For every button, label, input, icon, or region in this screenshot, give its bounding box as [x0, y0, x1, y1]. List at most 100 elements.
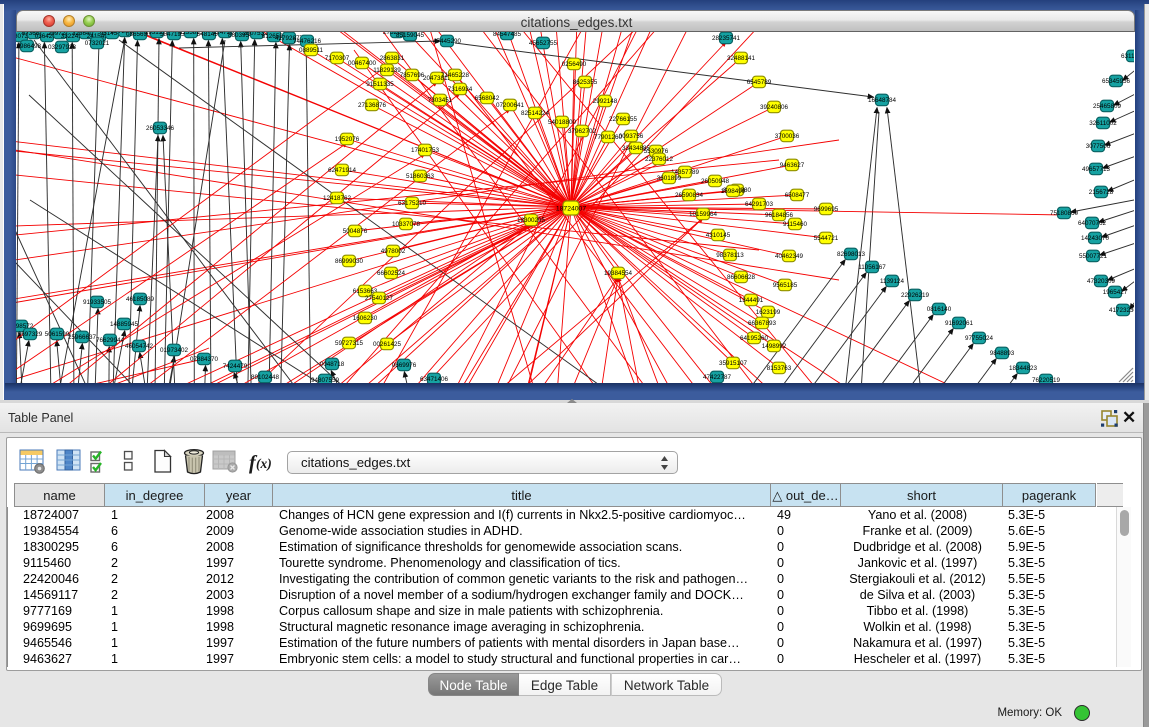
- svg-text:(x): (x): [256, 456, 272, 471]
- svg-text:9463627: 9463627: [780, 162, 805, 169]
- svg-text:28235741: 28235741: [712, 35, 741, 42]
- svg-text:91933505: 91933505: [83, 299, 112, 306]
- svg-text:1965427: 1965427: [1103, 289, 1128, 296]
- svg-text:25966637: 25966637: [68, 334, 97, 341]
- svg-text:2992148: 2992148: [593, 98, 618, 105]
- svg-text:27540127: 27540127: [365, 295, 394, 302]
- svg-text:55007721: 55007721: [1079, 253, 1108, 260]
- svg-text:10337078: 10337078: [392, 221, 421, 228]
- svg-text:5061599: 5061599: [45, 331, 70, 338]
- svg-text:65345956: 65345956: [1102, 78, 1131, 85]
- svg-text:0816140: 0816140: [927, 306, 952, 313]
- svg-text:1344491: 1344491: [739, 297, 764, 304]
- svg-text:5004876: 5004876: [343, 228, 368, 235]
- svg-text:26590834: 26590834: [675, 192, 704, 199]
- svg-text:26053346: 26053346: [146, 125, 175, 132]
- svg-text:71465228: 71465228: [441, 72, 470, 79]
- svg-text:6545789: 6545789: [747, 79, 772, 86]
- svg-text:11829139: 11829139: [373, 67, 401, 74]
- svg-text:2156728: 2156728: [1089, 189, 1114, 196]
- svg-text:14885945: 14885945: [110, 321, 139, 328]
- svg-text:8625355: 8625355: [573, 79, 598, 86]
- svg-text:0669976: 0669976: [392, 362, 417, 369]
- svg-text:76629944: 76629944: [96, 337, 125, 344]
- svg-text:17401753: 17401753: [411, 147, 440, 154]
- svg-text:00467400: 00467400: [348, 60, 377, 67]
- svg-text:84547485: 84547485: [493, 32, 522, 38]
- svg-text:47445290: 47445290: [433, 38, 462, 45]
- svg-text:4310145: 4310145: [706, 232, 731, 239]
- svg-text:66602524: 66602524: [377, 270, 406, 277]
- svg-text:63471406: 63471406: [420, 376, 449, 383]
- svg-text:4978002: 4978002: [381, 248, 406, 255]
- svg-text:37962702: 37962702: [568, 128, 597, 135]
- svg-text:25465809: 25465809: [1093, 103, 1122, 110]
- svg-text:47422787: 47422787: [703, 374, 732, 381]
- svg-text:22766155: 22766155: [609, 116, 638, 123]
- svg-text:29986498: 29986498: [16, 43, 41, 50]
- svg-text:0256490: 0256490: [562, 61, 587, 68]
- svg-text:0732021: 0732021: [85, 40, 110, 47]
- svg-text:1952076: 1952076: [335, 136, 360, 143]
- svg-text:75180860: 75180860: [1050, 210, 1079, 217]
- svg-text:54018800: 54018800: [548, 119, 577, 126]
- svg-text:18344823: 18344823: [1009, 365, 1038, 372]
- svg-text:59727315: 59727315: [335, 340, 364, 347]
- svg-text:63175210: 63175210: [398, 200, 427, 207]
- svg-text:46185089: 46185089: [126, 296, 155, 303]
- svg-text:97755024: 97755024: [965, 335, 994, 342]
- svg-text:89102448: 89102448: [251, 374, 280, 381]
- svg-text:0093756: 0093756: [619, 133, 644, 140]
- svg-text:51860363: 51860363: [406, 173, 435, 180]
- svg-text:62471914: 62471914: [328, 167, 357, 174]
- svg-text:49657713: 49657713: [1082, 166, 1111, 173]
- svg-text:19384554: 19384554: [604, 270, 633, 277]
- svg-text:64195260: 64195260: [740, 335, 769, 342]
- svg-text:86606628: 86606628: [727, 274, 756, 281]
- svg-text:7170307: 7170307: [325, 55, 350, 62]
- svg-text:10159964: 10159964: [689, 211, 718, 218]
- svg-text:40462349: 40462349: [775, 253, 804, 260]
- svg-text:14243070: 14243070: [1081, 235, 1110, 242]
- svg-text:22926219: 22926219: [901, 292, 930, 299]
- svg-text:9697329: 9697329: [18, 331, 43, 338]
- svg-text:1606230: 1606230: [353, 315, 378, 322]
- svg-text:07884370: 07884370: [190, 356, 219, 363]
- svg-text:3601899: 3601899: [657, 175, 682, 182]
- svg-text:18300295: 18300295: [517, 217, 546, 224]
- svg-text:26050948: 26050948: [701, 178, 730, 185]
- svg-text:9115460: 9115460: [783, 221, 808, 228]
- svg-text:7857696: 7857696: [400, 72, 425, 79]
- svg-text:6311732: 6311732: [1121, 53, 1134, 60]
- svg-text:0889511: 0889511: [299, 47, 324, 54]
- svg-text:3077506: 3077506: [1086, 143, 1111, 150]
- svg-text:91511335: 91511335: [366, 81, 394, 88]
- svg-text:00261425: 00261425: [373, 341, 402, 348]
- svg-text:64070762: 64070762: [1078, 220, 1107, 227]
- svg-text:98378113: 98378113: [716, 252, 744, 259]
- svg-text:64291703: 64291703: [745, 201, 774, 208]
- svg-text:0048718: 0048718: [320, 361, 345, 368]
- svg-text:6508477: 6508477: [785, 192, 810, 199]
- svg-text:9848893: 9848893: [990, 350, 1015, 357]
- svg-text:1139124: 1139124: [880, 278, 905, 285]
- svg-text:8153763: 8153763: [767, 365, 792, 372]
- svg-text:85159045: 85159045: [396, 32, 425, 39]
- svg-text:1598499: 1598499: [721, 188, 746, 195]
- svg-text:22376012: 22376012: [645, 156, 674, 163]
- svg-text:7424479: 7424479: [223, 363, 248, 370]
- svg-text:5544721: 5544721: [814, 235, 839, 242]
- svg-text:1623199: 1623199: [756, 309, 781, 316]
- svg-text:32611002: 32611002: [1089, 120, 1117, 127]
- svg-text:2863831: 2863831: [380, 55, 405, 62]
- svg-text:82698013: 82698013: [837, 251, 866, 258]
- svg-text:6568042: 6568042: [475, 95, 500, 102]
- svg-text:66367893: 66367893: [748, 320, 777, 327]
- svg-text:9565185: 9565185: [773, 282, 798, 289]
- svg-text:3700036: 3700036: [775, 133, 800, 140]
- svg-text:86999030: 86999030: [335, 258, 364, 265]
- svg-text:7316934: 7316934: [448, 86, 473, 93]
- svg-text:32488141: 32488141: [727, 55, 756, 62]
- svg-text:45652755: 45652755: [529, 40, 558, 47]
- svg-text:01973402: 01973402: [160, 347, 189, 354]
